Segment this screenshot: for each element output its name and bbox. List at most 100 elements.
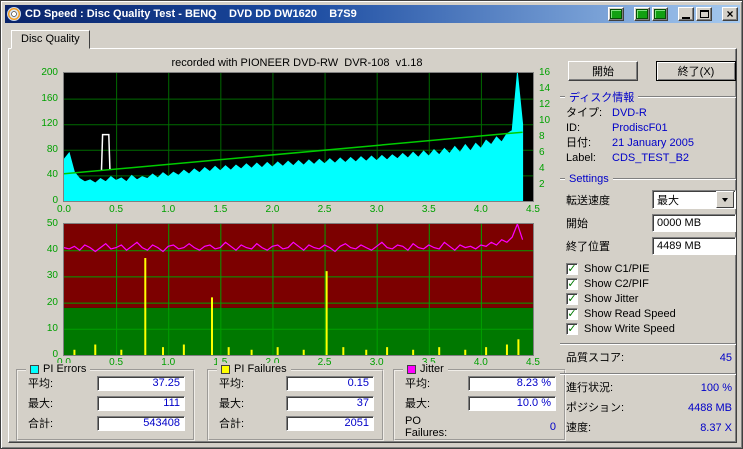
tab-disc-quality[interactable]: Disc Quality bbox=[11, 30, 90, 49]
checkbox-show-read-speed-label: Show Read Speed bbox=[584, 308, 676, 320]
disc-id-row: ID: ProdiscF01 bbox=[566, 122, 668, 134]
total-label: 合計: bbox=[28, 418, 54, 430]
transfer-speed-label: 転送速度 bbox=[566, 194, 610, 207]
x-axis-pi-errors: 0.0 0.5 1.0 1.5 2.0 2.5 3.0 3.5 4.0 4.5 bbox=[57, 204, 540, 216]
axis-tick-label: 1.0 bbox=[161, 357, 176, 368]
axis-tick-label: 4.0 bbox=[473, 204, 488, 215]
checkbox-show-c1-pie[interactable] bbox=[566, 263, 578, 275]
pi-errors-speed-chart bbox=[63, 72, 534, 202]
axis-tick-label: 160 bbox=[41, 92, 58, 104]
exit-button[interactable]: 終了(X) bbox=[656, 61, 736, 81]
progress-value: 100 % bbox=[700, 382, 732, 394]
checkbox-show-c2-pif-label: Show C2/PIF bbox=[584, 278, 649, 290]
axis-tick-label: 0.5 bbox=[109, 357, 124, 368]
axis-tick-label: 80 bbox=[46, 143, 58, 155]
avg-label: 平均: bbox=[405, 378, 431, 390]
axis-tick-label: 30 bbox=[46, 270, 58, 282]
axis-tick-label: 3.0 bbox=[369, 357, 384, 368]
start-button[interactable]: 開始 bbox=[568, 61, 638, 81]
axis-tick-label: 16 bbox=[539, 67, 551, 78]
main-panel: recorded with PIONEER DVD-RW DVR-108 v1.… bbox=[8, 48, 737, 443]
divider bbox=[560, 343, 736, 345]
end-position-field[interactable]: 4489 MB bbox=[652, 237, 736, 255]
axis-tick-label: 3.5 bbox=[421, 204, 436, 215]
pi-failures-legend-swatch bbox=[221, 364, 230, 374]
progress-row: 進行状況: 100 % bbox=[566, 382, 732, 394]
pi-failures-stats-box: PI Failures 平均: 0.15 最大: 37 合計: 2051 bbox=[207, 363, 384, 441]
avg-label: 平均: bbox=[28, 378, 54, 390]
checkbox-show-jitter[interactable] bbox=[566, 293, 578, 305]
disc-type-value: DVD-R bbox=[612, 107, 647, 119]
disc-date-row: 日付: 21 January 2005 bbox=[566, 137, 694, 149]
pi-failures-jitter-chart bbox=[63, 222, 534, 356]
minimize-button[interactable] bbox=[678, 7, 694, 21]
speed-row: 速度: 8.37 X bbox=[566, 422, 732, 434]
position-value: 4488 MB bbox=[687, 402, 732, 414]
pi-errors-total-value: 543408 bbox=[97, 415, 185, 431]
app-icon bbox=[7, 7, 21, 21]
axis-tick-label: 4.5 bbox=[526, 204, 540, 215]
jitter-stats-title: Jitter bbox=[420, 363, 444, 375]
pi-failures-max-value: 37 bbox=[286, 395, 374, 411]
disc-label-value: CDS_TEST_B2 bbox=[612, 152, 690, 164]
disc-info-section-header: ディスク情報 bbox=[560, 89, 736, 105]
green-tool-icon bbox=[636, 9, 648, 19]
axis-tick-label: 120 bbox=[41, 118, 58, 130]
avg-label: 平均: bbox=[219, 378, 245, 390]
disc-id-value: ProdiscF01 bbox=[612, 122, 668, 134]
axis-tick-label: 10 bbox=[46, 322, 58, 334]
green-tool-icon bbox=[654, 9, 666, 19]
minimize-icon bbox=[682, 16, 690, 19]
x-axis-pi-failures: 0.00.51.01.52.02.53.03.54.04.5 bbox=[57, 357, 540, 369]
titlebar-tool-button-1[interactable] bbox=[608, 7, 624, 21]
transfer-speed-select[interactable]: 最大 bbox=[652, 190, 736, 209]
axis-tick-label: 1.5 bbox=[213, 204, 228, 215]
checkbox-show-c2-pif[interactable] bbox=[566, 278, 578, 290]
chevron-down-icon[interactable] bbox=[716, 191, 734, 208]
disc-label-row: Label: CDS_TEST_B2 bbox=[566, 152, 690, 164]
pi-failures-avg-value: 0.15 bbox=[286, 375, 374, 391]
settings-section-header: Settings bbox=[560, 173, 736, 185]
checkbox-show-write-speed[interactable] bbox=[566, 323, 578, 335]
divider bbox=[560, 373, 736, 375]
axis-tick-label: 10 bbox=[539, 115, 551, 126]
pi-errors-max-value: 111 bbox=[97, 395, 185, 411]
pi-errors-stats-title: PI Errors bbox=[43, 363, 87, 375]
axis-tick-label: 2 bbox=[539, 179, 545, 190]
maximize-button[interactable] bbox=[696, 7, 712, 21]
axis-tick-label: 20 bbox=[46, 296, 58, 308]
pi-failures-total-value: 2051 bbox=[286, 415, 374, 431]
y-axis-right-speed: 2 4 6 8 10 12 14 16 bbox=[536, 67, 562, 201]
axis-tick-label: 2.5 bbox=[317, 357, 332, 368]
checkbox-show-jitter-label: Show Jitter bbox=[584, 293, 639, 305]
close-button[interactable]: × bbox=[722, 7, 738, 21]
window-title: CD Speed : Disc Quality Test - BENQ DVD … bbox=[25, 8, 357, 20]
jitter-legend-swatch bbox=[407, 364, 416, 374]
axis-tick-label: 50 bbox=[46, 218, 58, 229]
max-label: 最大: bbox=[405, 398, 431, 410]
jitter-stats-box: Jitter 平均: 8.23 % 最大: 10.0 % PO Failures: 0 bbox=[393, 363, 566, 441]
axis-tick-label: 0.0 bbox=[57, 204, 71, 215]
close-icon: × bbox=[726, 7, 734, 21]
axis-tick-label: 4 bbox=[539, 163, 545, 174]
position-row: ポジション: 4488 MB bbox=[566, 402, 732, 414]
axis-tick-label: 40 bbox=[46, 244, 58, 256]
app-window: CD Speed : Disc Quality Test - BENQ DVD … bbox=[0, 0, 743, 449]
end-position-label: 終了位置 bbox=[566, 241, 610, 253]
jitter-max-value: 10.0 % bbox=[468, 395, 556, 411]
speed-value: 8.37 X bbox=[700, 422, 732, 434]
start-position-field[interactable]: 0000 MB bbox=[652, 214, 736, 232]
titlebar[interactable]: CD Speed : Disc Quality Test - BENQ DVD … bbox=[5, 5, 740, 23]
maximize-icon bbox=[699, 10, 709, 18]
titlebar-tool-button-2[interactable] bbox=[634, 7, 650, 21]
total-label: 合計: bbox=[219, 418, 245, 430]
axis-tick-label: 4.0 bbox=[473, 357, 488, 368]
checkbox-show-read-speed[interactable] bbox=[566, 308, 578, 320]
quality-score-value: 45 bbox=[719, 352, 732, 364]
disc-date-value: 21 January 2005 bbox=[612, 137, 694, 149]
titlebar-tool-button-3[interactable] bbox=[652, 7, 668, 21]
pi-errors-avg-value: 37.25 bbox=[97, 375, 185, 391]
checkbox-show-write-speed-label: Show Write Speed bbox=[584, 323, 675, 335]
max-label: 最大: bbox=[28, 398, 54, 410]
max-label: 最大: bbox=[219, 398, 245, 410]
